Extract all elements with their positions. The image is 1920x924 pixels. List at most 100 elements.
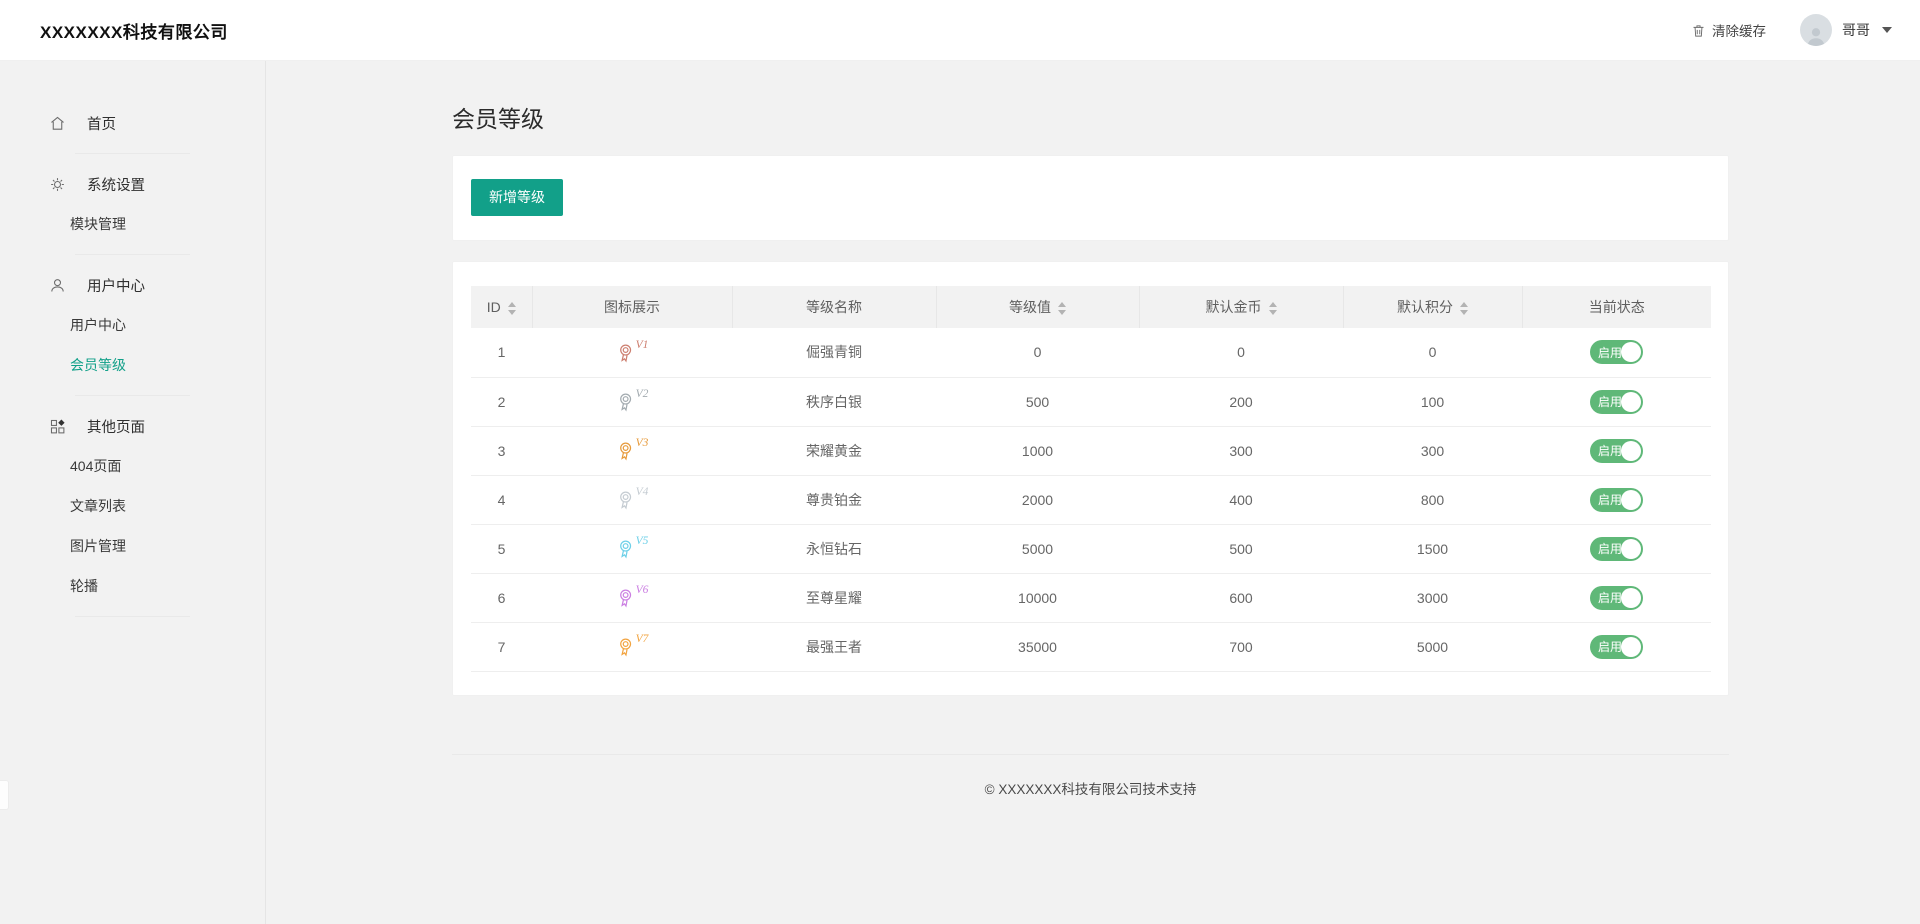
home-icon: [49, 115, 66, 132]
cell-default-points: 100: [1343, 377, 1522, 426]
status-toggle[interactable]: 启用: [1590, 586, 1643, 610]
toggle-knob: [1621, 637, 1641, 657]
sidebar-section-label: 用户中心: [87, 275, 145, 296]
sidebar-item-2-1[interactable]: 会员等级: [0, 345, 265, 385]
page-footer: © XXXXXXX科技有限公司技术支持: [452, 754, 1729, 828]
column-header-5[interactable]: 默认积分: [1343, 286, 1522, 328]
table-row: 2 V2 秩序白银 500 200 100 启用: [471, 377, 1711, 426]
table-row: 3 V3 荣耀黄金 1000 300 300 启用: [471, 426, 1711, 475]
sidebar-item-3-1[interactable]: 文章列表: [0, 486, 265, 526]
cell-default-gold: 400: [1139, 475, 1343, 524]
cell-id: 1: [471, 328, 532, 377]
main-content: 会员等级 新增等级 ID图标展示等级名称等级值默认金币默认积分当前状态 1: [266, 61, 1920, 924]
sidebar-divider: [75, 254, 190, 255]
table-row: 6 V6 至尊星耀 10000 600 3000 启用: [471, 573, 1711, 622]
sidebar-section-0[interactable]: 首页: [0, 103, 265, 143]
sort-icon[interactable]: [1269, 302, 1277, 315]
sidebar-collapse-handle[interactable]: [0, 780, 9, 810]
cell-default-gold: 300: [1139, 426, 1343, 475]
table-row: 4 V4 尊贵铂金 2000 400 800 启用: [471, 475, 1711, 524]
clear-cache-button[interactable]: 清除缓存: [1690, 20, 1766, 40]
sidebar-divider: [75, 395, 190, 396]
cell-level-name: 倔强青铜: [732, 328, 936, 377]
cell-default-gold: 0: [1139, 328, 1343, 377]
username: 哥哥: [1842, 20, 1870, 40]
cell-id: 4: [471, 475, 532, 524]
cell-level-name: 尊贵铂金: [732, 475, 936, 524]
cell-default-points: 0: [1343, 328, 1522, 377]
column-header-0[interactable]: ID: [471, 286, 532, 328]
column-header-6: 当前状态: [1522, 286, 1711, 328]
cell-level-name: 荣耀黄金: [732, 426, 936, 475]
cell-level-value: 0: [936, 328, 1139, 377]
user-icon: [49, 277, 66, 294]
cell-level-name: 秩序白银: [732, 377, 936, 426]
toggle-knob: [1621, 588, 1641, 608]
status-toggle[interactable]: 启用: [1590, 537, 1643, 561]
toggle-knob: [1621, 490, 1641, 510]
cell-level-value: 1000: [936, 426, 1139, 475]
level-badge-icon: V7: [616, 633, 649, 657]
sidebar-section-3[interactable]: 其他页面: [0, 406, 265, 446]
sidebar-item-3-3[interactable]: 轮播: [0, 566, 265, 606]
cell-badge: V7: [532, 622, 732, 671]
cell-status: 启用: [1522, 622, 1711, 671]
avatar: [1800, 14, 1832, 46]
cell-status: 启用: [1522, 377, 1711, 426]
toggle-knob: [1621, 539, 1641, 559]
cell-badge: V4: [532, 475, 732, 524]
column-header-4[interactable]: 默认金币: [1139, 286, 1343, 328]
gear-icon: [49, 176, 66, 193]
sidebar-item-2-0[interactable]: 用户中心: [0, 305, 265, 345]
cell-id: 5: [471, 524, 532, 573]
status-toggle[interactable]: 启用: [1590, 390, 1643, 414]
sidebar-divider: [75, 153, 190, 154]
toggle-knob: [1621, 441, 1641, 461]
status-toggle[interactable]: 启用: [1590, 488, 1643, 512]
status-toggle[interactable]: 启用: [1590, 340, 1643, 364]
cell-status: 启用: [1522, 573, 1711, 622]
cell-level-value: 2000: [936, 475, 1139, 524]
sidebar-section-1[interactable]: 系统设置: [0, 164, 265, 204]
column-label: 当前状态: [1589, 299, 1645, 315]
sidebar-item-1-0[interactable]: 模块管理: [0, 204, 265, 244]
sidebar-item-3-2[interactable]: 图片管理: [0, 526, 265, 566]
cell-default-points: 5000: [1343, 622, 1522, 671]
sidebar-item-3-0[interactable]: 404页面: [0, 446, 265, 486]
sidebar-section-label: 其他页面: [87, 416, 145, 437]
sidebar-section-label: 系统设置: [87, 174, 145, 195]
level-badge-icon: V1: [616, 339, 649, 363]
user-menu[interactable]: 哥哥: [1800, 14, 1892, 46]
footer-text: © XXXXXXX科技有限公司技术支持: [452, 778, 1729, 798]
company-logo-text: XXXXXXX科技有限公司: [40, 18, 228, 43]
sort-icon[interactable]: [1460, 302, 1468, 315]
sidebar: 首页系统设置模块管理用户中心用户中心会员等级其他页面404页面文章列表图片管理轮…: [0, 61, 266, 924]
sidebar-divider: [75, 616, 190, 617]
table-body: 1 V1 倔强青铜 0 0 0 启用 2: [471, 328, 1711, 671]
cell-status: 启用: [1522, 328, 1711, 377]
cell-id: 3: [471, 426, 532, 475]
column-label: 等级值: [1009, 299, 1051, 315]
sort-icon[interactable]: [508, 302, 516, 315]
cell-level-name: 永恒钻石: [732, 524, 936, 573]
sidebar-section-2[interactable]: 用户中心: [0, 265, 265, 305]
column-header-3[interactable]: 等级值: [936, 286, 1139, 328]
grid-icon: [49, 418, 66, 435]
sort-icon[interactable]: [1058, 302, 1066, 315]
cell-level-name: 至尊星耀: [732, 573, 936, 622]
table-header-row: ID图标展示等级名称等级值默认金币默认积分当前状态: [471, 286, 1711, 328]
cell-badge: V3: [532, 426, 732, 475]
level-badge-icon: V5: [616, 535, 649, 559]
add-level-button[interactable]: 新增等级: [471, 179, 563, 216]
cell-default-points: 300: [1343, 426, 1522, 475]
column-header-1: 图标展示: [532, 286, 732, 328]
level-badge-icon: V6: [616, 584, 649, 608]
column-label: 默认金币: [1206, 299, 1262, 315]
status-toggle[interactable]: 启用: [1590, 635, 1643, 659]
cell-level-name: 最强王者: [732, 622, 936, 671]
clear-cache-label: 清除缓存: [1712, 20, 1766, 40]
cell-default-points: 1500: [1343, 524, 1522, 573]
status-toggle[interactable]: 启用: [1590, 439, 1643, 463]
chevron-down-icon: [1882, 27, 1892, 33]
level-badge-icon: V2: [616, 388, 649, 412]
